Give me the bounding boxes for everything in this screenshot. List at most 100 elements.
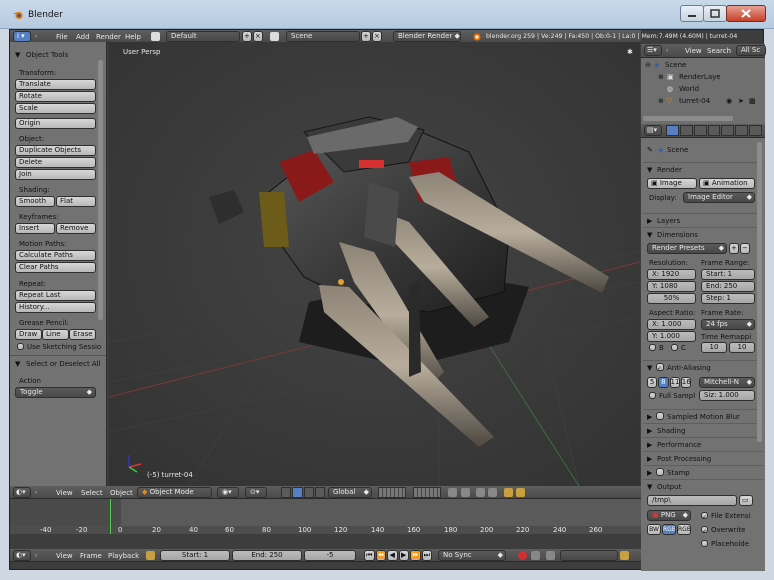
flat-button[interactable]: Flat bbox=[56, 196, 96, 207]
3d-viewport[interactable]: User Persp ✱ (-5) turret-04 bbox=[109, 42, 640, 486]
prev-keyframe-icon[interactable]: ⏪ bbox=[375, 550, 386, 561]
editor-type-timeline[interactable]: ◐▾ bbox=[13, 550, 31, 561]
outliner-item-world[interactable]: World bbox=[679, 85, 699, 93]
post-processing-panel-header[interactable]: ▶ Post Processing bbox=[643, 451, 763, 464]
rotate-manipulator-icon[interactable] bbox=[303, 487, 314, 498]
screen-layout-icon[interactable] bbox=[151, 32, 160, 41]
add-preset-button[interactable]: + bbox=[729, 243, 739, 254]
file-format-select[interactable]: ▣ PNG ◆ bbox=[647, 510, 691, 521]
opengl-anim-icon[interactable] bbox=[516, 488, 525, 497]
timeline-menu-playback[interactable]: Playback bbox=[108, 552, 139, 560]
draw-button[interactable]: Draw bbox=[15, 329, 42, 340]
scene-tab-icon[interactable] bbox=[679, 125, 693, 136]
border-checkbox[interactable] bbox=[649, 344, 656, 351]
motion-blur-checkbox[interactable] bbox=[656, 412, 664, 420]
performance-panel-header[interactable]: ▶ Performance bbox=[643, 437, 763, 450]
menu-select[interactable]: Select bbox=[81, 489, 103, 497]
material-tab-icon[interactable] bbox=[749, 125, 763, 136]
remove-scene-button[interactable]: × bbox=[372, 31, 382, 42]
end-frame-field[interactable]: End: 250 bbox=[232, 550, 302, 561]
screen-layout-field[interactable]: Default bbox=[166, 31, 240, 42]
add-scene-button[interactable]: + bbox=[361, 31, 371, 42]
proportional-edit-icon[interactable] bbox=[461, 488, 470, 497]
menu-help[interactable]: Help bbox=[125, 33, 141, 41]
scale-manipulator-icon[interactable] bbox=[314, 487, 325, 498]
browse-folder-button[interactable]: ▭ bbox=[739, 495, 753, 506]
viewport-shading-select[interactable]: ◉▾ bbox=[217, 487, 239, 498]
motion-blur-panel-header[interactable]: ▶ Sampled Motion Blur bbox=[643, 409, 763, 422]
display-select[interactable]: Image Editor ◆ bbox=[683, 192, 755, 203]
object-tools-header[interactable]: Object Tools bbox=[26, 51, 68, 59]
editor-type-3d[interactable]: ◐▾ bbox=[13, 487, 31, 498]
current-frame-field[interactable]: -5 bbox=[304, 550, 356, 561]
color-mode-bw[interactable]: BW bbox=[647, 524, 661, 535]
outliner-item-scene[interactable]: Scene bbox=[665, 61, 686, 69]
turret-expand-icon[interactable]: ⊕ bbox=[658, 97, 664, 105]
manipulator-toggle-icon[interactable] bbox=[281, 487, 292, 498]
color-mode-rgb[interactable]: RGB bbox=[662, 524, 676, 535]
render-presets-select[interactable]: Render Presets ◆ bbox=[647, 243, 727, 254]
outliner-item-turret[interactable]: turret-04 bbox=[679, 97, 710, 105]
aa-checkbox[interactable]: ✓ bbox=[656, 363, 664, 371]
menu-file[interactable]: File bbox=[56, 33, 68, 41]
object-tab-icon[interactable] bbox=[707, 125, 721, 136]
duplicate-objects-button[interactable]: Duplicate Objects bbox=[15, 145, 96, 156]
constraints-tab-icon[interactable] bbox=[721, 125, 735, 136]
aa-samples-8[interactable]: 8 bbox=[658, 377, 669, 388]
render-animation-button[interactable]: ▣ Animation bbox=[699, 178, 755, 189]
insert-keyframe-button[interactable]: Insert bbox=[15, 223, 55, 234]
outliner-item-renderlayers[interactable]: RenderLaye bbox=[679, 73, 721, 81]
snap-element-icon[interactable] bbox=[488, 488, 497, 497]
scene-canvas[interactable] bbox=[109, 42, 640, 486]
keying-set-field[interactable] bbox=[560, 550, 618, 561]
mode-select[interactable]: ◆ Object Mode bbox=[137, 487, 212, 498]
snap-icon[interactable] bbox=[476, 488, 485, 497]
collapse-operator-icon[interactable]: ▼ bbox=[15, 360, 20, 368]
aa-samples-11[interactable]: 11 bbox=[669, 377, 680, 388]
frame-step-field[interactable]: Step: 1 bbox=[701, 293, 755, 304]
pivot-select[interactable]: ⊙▾ bbox=[245, 487, 267, 498]
resolution-x-field[interactable]: X: 1920 bbox=[647, 269, 696, 280]
dimensions-panel-header[interactable]: ▼ Dimensions bbox=[643, 227, 763, 240]
frame-start-field[interactable]: Start: 1 bbox=[701, 269, 755, 280]
collapse-3d-menu-icon[interactable]: ◦ bbox=[34, 489, 38, 497]
pin-icon[interactable]: ✎ bbox=[647, 146, 653, 154]
output-path-field[interactable]: /tmp\ bbox=[647, 495, 737, 506]
preview-range-icon[interactable] bbox=[146, 551, 155, 560]
outliner-display-select[interactable]: All Sc bbox=[736, 45, 766, 56]
renderlayer-expand-icon[interactable]: ⊕ bbox=[658, 73, 664, 81]
outliner-menu-view[interactable]: View bbox=[685, 47, 702, 55]
remove-keyframe-button[interactable]: Remove bbox=[56, 223, 96, 234]
visibility-eye-icon[interactable]: ◉ bbox=[726, 97, 732, 105]
overwrite-checkbox[interactable]: ✓ bbox=[701, 526, 708, 533]
repeat-last-button[interactable]: Repeat Last bbox=[15, 290, 96, 301]
aspect-x-field[interactable]: X: 1.000 bbox=[647, 319, 696, 330]
minimize-button[interactable] bbox=[680, 5, 704, 22]
editor-type-properties[interactable]: ▤▾ bbox=[644, 125, 662, 136]
sync-select[interactable]: No Sync ◆ bbox=[438, 550, 506, 561]
frame-rate-select[interactable]: 24 fps ◆ bbox=[701, 319, 755, 330]
viewport-plus-icon[interactable]: ✱ bbox=[627, 48, 633, 56]
sketching-checkbox[interactable] bbox=[17, 343, 24, 350]
translate-button[interactable]: Translate bbox=[15, 79, 96, 90]
timeline-menu-frame[interactable]: Frame bbox=[80, 552, 102, 560]
keying-set-icon[interactable] bbox=[531, 551, 540, 560]
join-button[interactable]: Join bbox=[15, 169, 96, 180]
close-window-button[interactable] bbox=[726, 5, 766, 22]
action-select[interactable]: Toggle ◆ bbox=[15, 387, 96, 398]
render-tab-icon[interactable] bbox=[666, 125, 679, 136]
render-camera-icon[interactable]: ▩ bbox=[749, 97, 756, 105]
modifiers-tab-icon[interactable] bbox=[735, 125, 749, 136]
menu-render[interactable]: Render bbox=[96, 33, 121, 41]
rotate-button[interactable]: Rotate bbox=[15, 91, 96, 102]
full-sample-checkbox[interactable] bbox=[649, 392, 656, 399]
smooth-button[interactable]: Smooth bbox=[15, 196, 55, 207]
filter-size-field[interactable]: Siz: 1.000 bbox=[699, 390, 755, 401]
layer-buttons-2[interactable] bbox=[413, 487, 441, 498]
scale-button[interactable]: Scale bbox=[15, 103, 96, 114]
play-icon[interactable]: ▶ bbox=[398, 550, 409, 561]
outliner-scrollbar[interactable] bbox=[643, 116, 733, 121]
delete-button[interactable]: Delete bbox=[15, 157, 96, 168]
world-tab-icon[interactable] bbox=[693, 125, 707, 136]
collapse-timeline-menu-icon[interactable]: ◦ bbox=[34, 552, 38, 560]
